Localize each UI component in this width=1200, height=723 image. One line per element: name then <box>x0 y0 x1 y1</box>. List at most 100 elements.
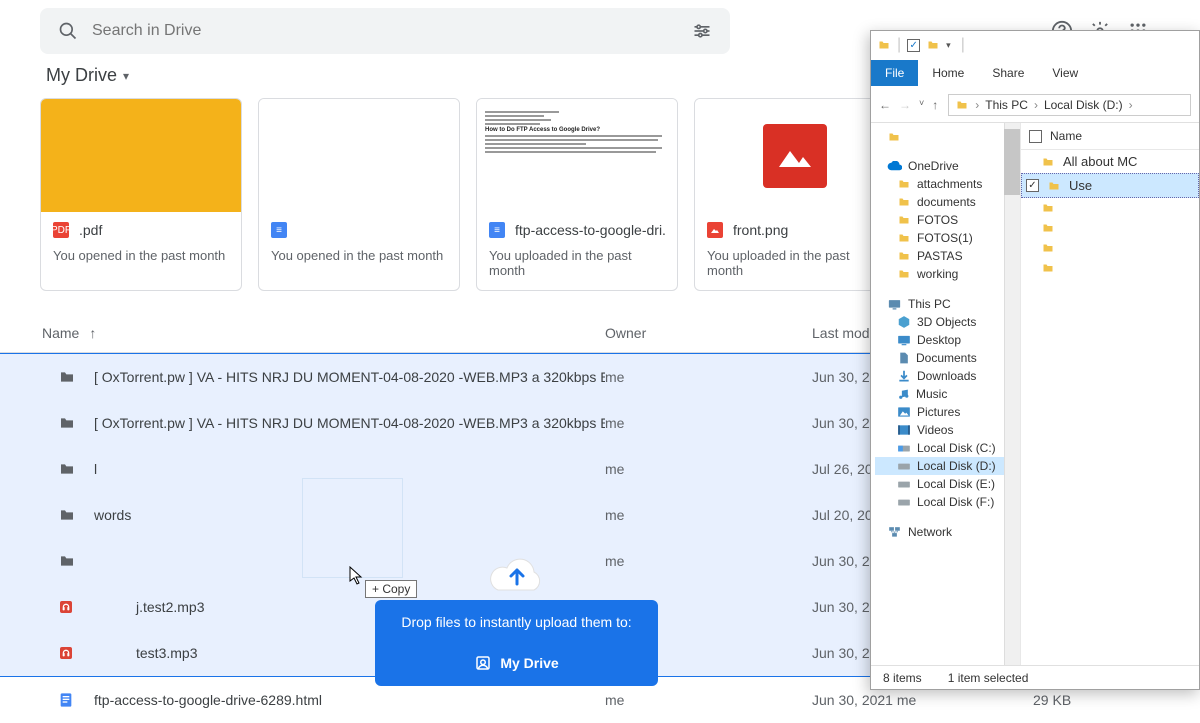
suggestion-card[interactable]: How to Do FTP Access to Google Drive? ≡f… <box>476 98 678 291</box>
file-owner: me <box>605 507 812 523</box>
folder-icon <box>887 131 901 143</box>
tree-item[interactable]: Pictures <box>875 403 1020 421</box>
file-name: [ OxTorrent.pw ] VA - HITS NRJ DU MOMENT… <box>94 369 605 385</box>
docs-icon: ≡ <box>489 222 505 238</box>
file-name: words <box>94 507 131 523</box>
column-owner[interactable]: Owner <box>605 325 812 341</box>
breadcrumb-part[interactable]: This PC <box>985 98 1028 112</box>
folder-icon <box>897 250 911 262</box>
tree-item[interactable]: Videos <box>875 421 1020 439</box>
explorer-tree[interactable]: OneDrive attachments documents FOTOS FOT… <box>871 123 1021 665</box>
folder-icon <box>897 196 911 208</box>
tree-item[interactable]: 3D Objects <box>875 313 1020 331</box>
explorer-file-row[interactable] <box>1021 198 1199 218</box>
breadcrumb[interactable]: My Drive ▾ <box>46 65 129 86</box>
drop-prompt: Drop files to instantly upload them to: … <box>375 550 658 686</box>
pdf-icon: PDF <box>53 222 69 238</box>
search-box[interactable] <box>40 8 730 54</box>
folder-icon <box>897 214 911 226</box>
cursor-icon <box>349 566 365 586</box>
explorer-file-row[interactable] <box>1021 218 1199 238</box>
disk-icon <box>897 460 911 472</box>
search-input[interactable] <box>92 22 692 40</box>
tree-item[interactable]: Downloads <box>875 367 1020 385</box>
tab-share[interactable]: Share <box>978 60 1038 86</box>
tree-item[interactable]: attachments <box>875 175 1020 193</box>
file-owner: me <box>605 415 812 431</box>
tree-item[interactable]: Desktop <box>875 331 1020 349</box>
suggestion-card[interactable]: ≡ You opened in the past month <box>258 98 460 291</box>
tree-item[interactable]: Local Disk (F:) <box>875 493 1020 511</box>
videos-icon <box>897 424 911 436</box>
scrollbar-thumb[interactable] <box>1004 129 1020 195</box>
breadcrumb-part[interactable]: Local Disk (D:) <box>1044 98 1123 112</box>
file-explorer-window[interactable]: | ✓ ▾ | File Home Share View ← → ˅ ↑ › T… <box>870 30 1200 690</box>
tune-icon[interactable] <box>692 21 712 41</box>
suggestion-card[interactable]: front.png You uploaded in the past month <box>694 98 896 291</box>
disk-icon <box>897 478 911 490</box>
status-selected: 1 item selected <box>948 671 1029 685</box>
card-thumbnail <box>695 99 895 212</box>
card-subtitle: You uploaded in the past month <box>489 248 665 278</box>
tree-item[interactable]: FOTOS <box>875 211 1020 229</box>
file-name: test3.mp3 <box>136 645 197 661</box>
music-icon <box>897 387 910 401</box>
tree-item[interactable]: Local Disk (E:) <box>875 475 1020 493</box>
folder-icon <box>955 99 969 111</box>
folder-icon <box>1041 262 1055 274</box>
tab-home[interactable]: Home <box>918 60 978 86</box>
folder-icon <box>58 461 74 477</box>
tree-item[interactable]: OneDrive <box>875 157 1020 175</box>
explorer-breadcrumb[interactable]: › This PC › Local Disk (D:) › <box>948 94 1191 116</box>
column-name[interactable]: Name <box>42 325 79 341</box>
card-thumbnail <box>259 99 459 212</box>
tree-item[interactable]: documents <box>875 193 1020 211</box>
explorer-content[interactable]: Name All about MC ✓Use <box>1021 123 1199 665</box>
tree-item[interactable]: PASTAS <box>875 247 1020 265</box>
column-name[interactable]: Name <box>1050 129 1082 143</box>
tree-item[interactable]: This PC <box>875 295 1020 313</box>
card-title: ftp-access-to-google-dri... <box>515 222 665 238</box>
folder-icon <box>58 369 74 385</box>
tree-item[interactable]: FOTOS(1) <box>875 229 1020 247</box>
card-subtitle: You opened in the past month <box>53 248 229 263</box>
folder-icon <box>58 415 74 431</box>
scrollbar[interactable] <box>1004 123 1020 665</box>
desktop-icon <box>897 334 911 346</box>
explorer-file-row[interactable] <box>1021 238 1199 258</box>
checkbox[interactable] <box>1029 130 1042 143</box>
tree-item[interactable]: working <box>875 265 1020 283</box>
tree-item-selected[interactable]: Local Disk (D:) <box>875 457 1020 475</box>
checkbox-icon[interactable]: ✓ <box>907 39 920 52</box>
explorer-file-row[interactable]: All about MC <box>1021 150 1199 173</box>
tree-item[interactable]: Local Disk (C:) <box>875 439 1020 457</box>
forward-icon[interactable]: → <box>899 98 911 112</box>
tree-item[interactable]: Documents <box>875 349 1020 367</box>
explorer-tabs: File Home Share View <box>871 59 1199 87</box>
tab-file[interactable]: File <box>871 60 918 86</box>
tree-item[interactable]: Music <box>875 385 1020 403</box>
folder-icon <box>58 553 74 569</box>
checkbox-checked[interactable]: ✓ <box>1026 179 1039 192</box>
audio-icon <box>58 645 74 661</box>
explorer-file-row[interactable] <box>1021 258 1199 278</box>
tree-item[interactable]: Network <box>875 523 1020 541</box>
file-owner: me <box>605 369 812 385</box>
drive-icon <box>474 654 492 672</box>
docs-icon: ≡ <box>271 222 287 238</box>
recent-icon[interactable]: ˅ <box>919 98 924 112</box>
up-icon[interactable]: ↑ <box>932 98 938 112</box>
folder-icon <box>877 39 891 51</box>
back-icon[interactable]: ← <box>879 98 891 112</box>
3d-icon <box>897 315 911 329</box>
suggestion-card[interactable]: PDF.pdf You opened in the past month <box>40 98 242 291</box>
file-owner: me <box>605 461 812 477</box>
explorer-file-row-selected[interactable]: ✓Use <box>1021 173 1199 198</box>
folder-icon <box>1041 242 1055 254</box>
image-icon <box>707 222 723 238</box>
breadcrumb-label: My Drive <box>46 65 117 86</box>
network-icon <box>887 526 902 539</box>
tab-view[interactable]: View <box>1038 60 1092 86</box>
sort-arrow-up-icon[interactable]: ↑ <box>89 325 96 341</box>
explorer-titlebar[interactable]: | ✓ ▾ | <box>871 31 1199 59</box>
